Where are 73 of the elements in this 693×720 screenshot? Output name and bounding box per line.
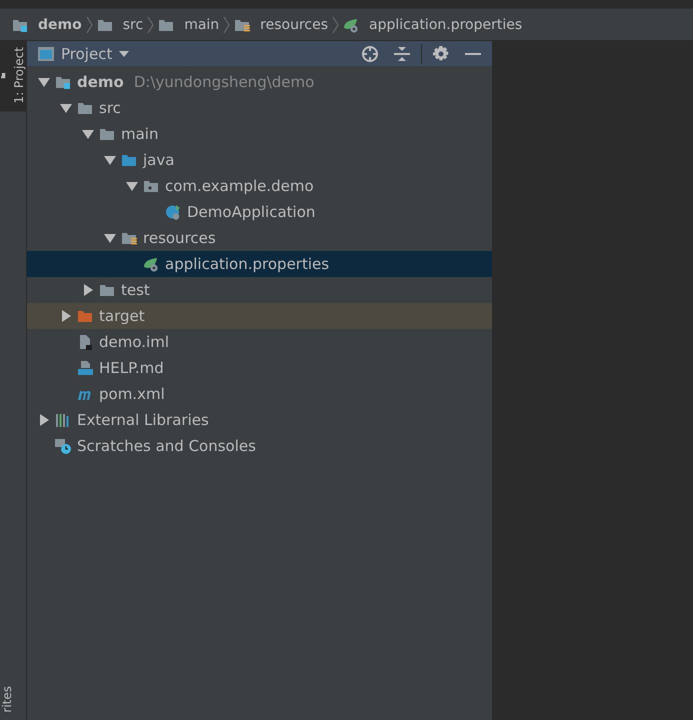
item-label: application.properties: [165, 255, 330, 273]
tree-item[interactable]: com.example.demo: [27, 173, 492, 199]
item-label: test: [121, 281, 150, 299]
minimize-icon: [465, 52, 481, 54]
tree-item[interactable]: DemoApplication: [27, 199, 492, 225]
item-label: src: [99, 99, 121, 117]
console-clock-icon: [55, 438, 71, 454]
module-folder-icon: [55, 74, 71, 90]
expand-arrow-icon[interactable]: [126, 180, 138, 192]
expand-arrow-icon[interactable]: [38, 414, 50, 426]
class-icon: [165, 204, 181, 220]
item-label: main: [121, 125, 158, 143]
tree-item[interactable]: java: [27, 147, 492, 173]
leaf-gear-icon: [343, 16, 360, 32]
leaf-gear-icon: [143, 256, 159, 272]
item-label: target: [99, 307, 145, 325]
resource-folder-icon: [121, 230, 137, 246]
folder-icon: [121, 152, 137, 168]
tree-item[interactable]: main: [27, 121, 492, 147]
markdown-file-icon: [77, 360, 93, 376]
expand-arrow-icon[interactable]: [82, 284, 94, 296]
breadcrumb[interactable]: demo: [12, 16, 82, 32]
expand-arrow-icon[interactable]: [82, 128, 94, 140]
tree-item[interactable]: test: [27, 277, 492, 303]
tree-item[interactable]: Scratches and Consoles: [27, 433, 492, 459]
folder-icon: [99, 282, 115, 298]
item-label: DemoApplication: [187, 203, 316, 221]
expand-arrow-icon[interactable]: [104, 154, 116, 166]
folder-icon: [99, 126, 115, 142]
crosshair-icon: [361, 44, 379, 62]
chevron-icon: [332, 16, 340, 34]
chevron-icon: [223, 16, 230, 34]
window-icon: [37, 46, 55, 62]
chevron-icon: [147, 16, 154, 34]
folder-icon: [77, 100, 93, 116]
tree-item[interactable]: HELP.md: [27, 355, 492, 381]
tree-item[interactable]: src: [27, 95, 492, 121]
item-label: com.example.demo: [165, 177, 314, 195]
breadcrumb[interactable]: resources: [234, 16, 328, 32]
tool-window-tab[interactable]: 1: Project: [0, 41, 26, 112]
package-icon: [143, 178, 159, 194]
item-label: HELP.md: [99, 359, 164, 377]
tree-item[interactable]: External Libraries: [27, 407, 492, 433]
breadcrumb[interactable]: application.properties: [343, 16, 522, 32]
breadcrumb[interactable]: src: [96, 16, 144, 32]
item-label: Scratches and Consoles: [77, 437, 256, 455]
expand-arrow-icon[interactable]: [38, 76, 50, 88]
expand-arrow-icon[interactable]: [60, 310, 72, 322]
tree-item[interactable]: target: [27, 303, 492, 329]
libraries-icon: [55, 412, 71, 428]
item-label: demo.iml: [99, 333, 169, 351]
chevron-icon: [86, 16, 93, 34]
gear-icon: [432, 44, 450, 62]
tree-item[interactable]: application.properties: [27, 251, 492, 277]
item-label: java: [143, 151, 174, 169]
file-icon: [77, 334, 93, 350]
item-path: D:\yundongsheng\demo: [134, 73, 314, 91]
dropdown-icon[interactable]: [118, 50, 130, 58]
expand-arrow-icon[interactable]: [104, 232, 116, 244]
tree-item[interactable]: pom.xml: [27, 381, 492, 407]
item-label: resources: [143, 229, 216, 247]
tree-item[interactable]: resources: [27, 225, 492, 251]
folder-icon: [77, 308, 93, 324]
tool-window-tab[interactable]: rites: [0, 680, 26, 720]
breadcrumb[interactable]: main: [158, 16, 220, 32]
tree-item[interactable]: demo.iml: [27, 329, 492, 355]
panel-title: Project: [61, 44, 112, 62]
item-label: External Libraries: [77, 411, 209, 429]
collapse-all-icon: [393, 44, 411, 62]
expand-arrow-icon[interactable]: [60, 102, 72, 114]
item-label: pom.xml: [99, 385, 165, 403]
tree-item[interactable]: demo D:\yundongsheng\demo: [27, 69, 492, 95]
item-label: demo: [77, 73, 124, 91]
